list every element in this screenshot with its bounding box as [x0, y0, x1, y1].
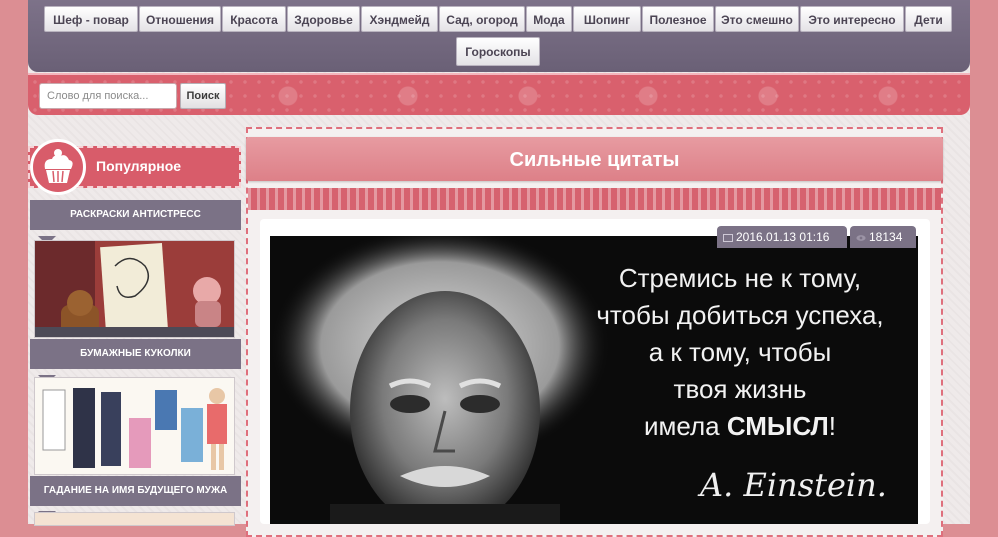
- sidebar-item-paper-dolls-label[interactable]: БУМАЖНЫЕ КУКОЛКИ: [30, 339, 241, 369]
- quote-last-suffix: !: [828, 411, 836, 441]
- sidebar-item-paper-dolls-image[interactable]: [34, 377, 235, 475]
- quote-signature: A. Einstein.: [700, 466, 887, 504]
- nav-item-shopping[interactable]: Шопинг: [573, 6, 641, 32]
- cupcake-icon: [30, 139, 86, 195]
- quote-line-last: имела СМЫСЛ!: [570, 408, 910, 445]
- nav-item-chef[interactable]: Шеф - повар: [44, 6, 138, 32]
- nav-item-interesting[interactable]: Это интересно: [800, 6, 904, 32]
- page-container: Шеф - повар Отношения Красота Здоровье Х…: [28, 0, 970, 537]
- eye-icon: [856, 234, 866, 241]
- nav-item-fashion[interactable]: Мода: [526, 6, 572, 32]
- sidebar-item-antistress-image[interactable]: [34, 240, 235, 338]
- nav-item-garden[interactable]: Сад, огород: [439, 6, 525, 32]
- search-input[interactable]: [39, 83, 177, 109]
- nav-item-relations[interactable]: Отношения: [139, 6, 221, 32]
- quote-image[interactable]: Стремись не к тому, чтобы добиться успех…: [270, 236, 918, 524]
- search-bar: Поиск: [28, 73, 970, 115]
- post-date: 2016.01.13 01:16: [736, 230, 830, 244]
- quote-emphasis: СМЫСЛ: [726, 411, 829, 441]
- sidebar-title: Популярное: [96, 158, 182, 174]
- nav-item-useful[interactable]: Полезное: [642, 6, 714, 32]
- post-title-bar: Сильные цитаты: [246, 137, 943, 181]
- post-title: Сильные цитаты: [509, 149, 680, 171]
- nav-item-health[interactable]: Здоровье: [287, 6, 360, 32]
- post-views: 18134: [869, 230, 903, 244]
- quote-text: Стремись не к тому, чтобы добиться успех…: [570, 260, 910, 445]
- nav-item-horoscopes[interactable]: Гороскопы: [456, 37, 540, 66]
- nav-item-beauty[interactable]: Красота: [222, 6, 286, 32]
- search-button[interactable]: Поиск: [180, 83, 226, 109]
- top-nav: Шеф - повар Отношения Красота Здоровье Х…: [28, 0, 970, 72]
- sidebar-item-fortune-label[interactable]: ГАДАНИЕ НА ИМЯ БУДУЩЕГО МУЖА: [30, 476, 241, 506]
- nav-item-kids[interactable]: Дети: [905, 6, 952, 32]
- nav-item-funny[interactable]: Это смешно: [715, 6, 799, 32]
- nav-item-handmade[interactable]: Хэндмейд: [361, 6, 438, 32]
- quote-line: чтобы добиться успеха,: [596, 300, 884, 330]
- decorative-strip: [248, 188, 941, 210]
- calendar-icon: [723, 233, 733, 242]
- quote-last-prefix: имела: [643, 411, 727, 441]
- post-views-badge: 18134: [850, 226, 916, 248]
- quote-line: а к тому, чтобы: [648, 337, 832, 367]
- quote-line: Стремись не к тому,: [618, 263, 862, 293]
- post-date-badge: 2016.01.13 01:16: [717, 226, 847, 248]
- sidebar-item-antistress-label[interactable]: РАСКРАСКИ АНТИСТРЕСС: [30, 200, 241, 230]
- quote-line: твоя жизнь: [673, 374, 807, 404]
